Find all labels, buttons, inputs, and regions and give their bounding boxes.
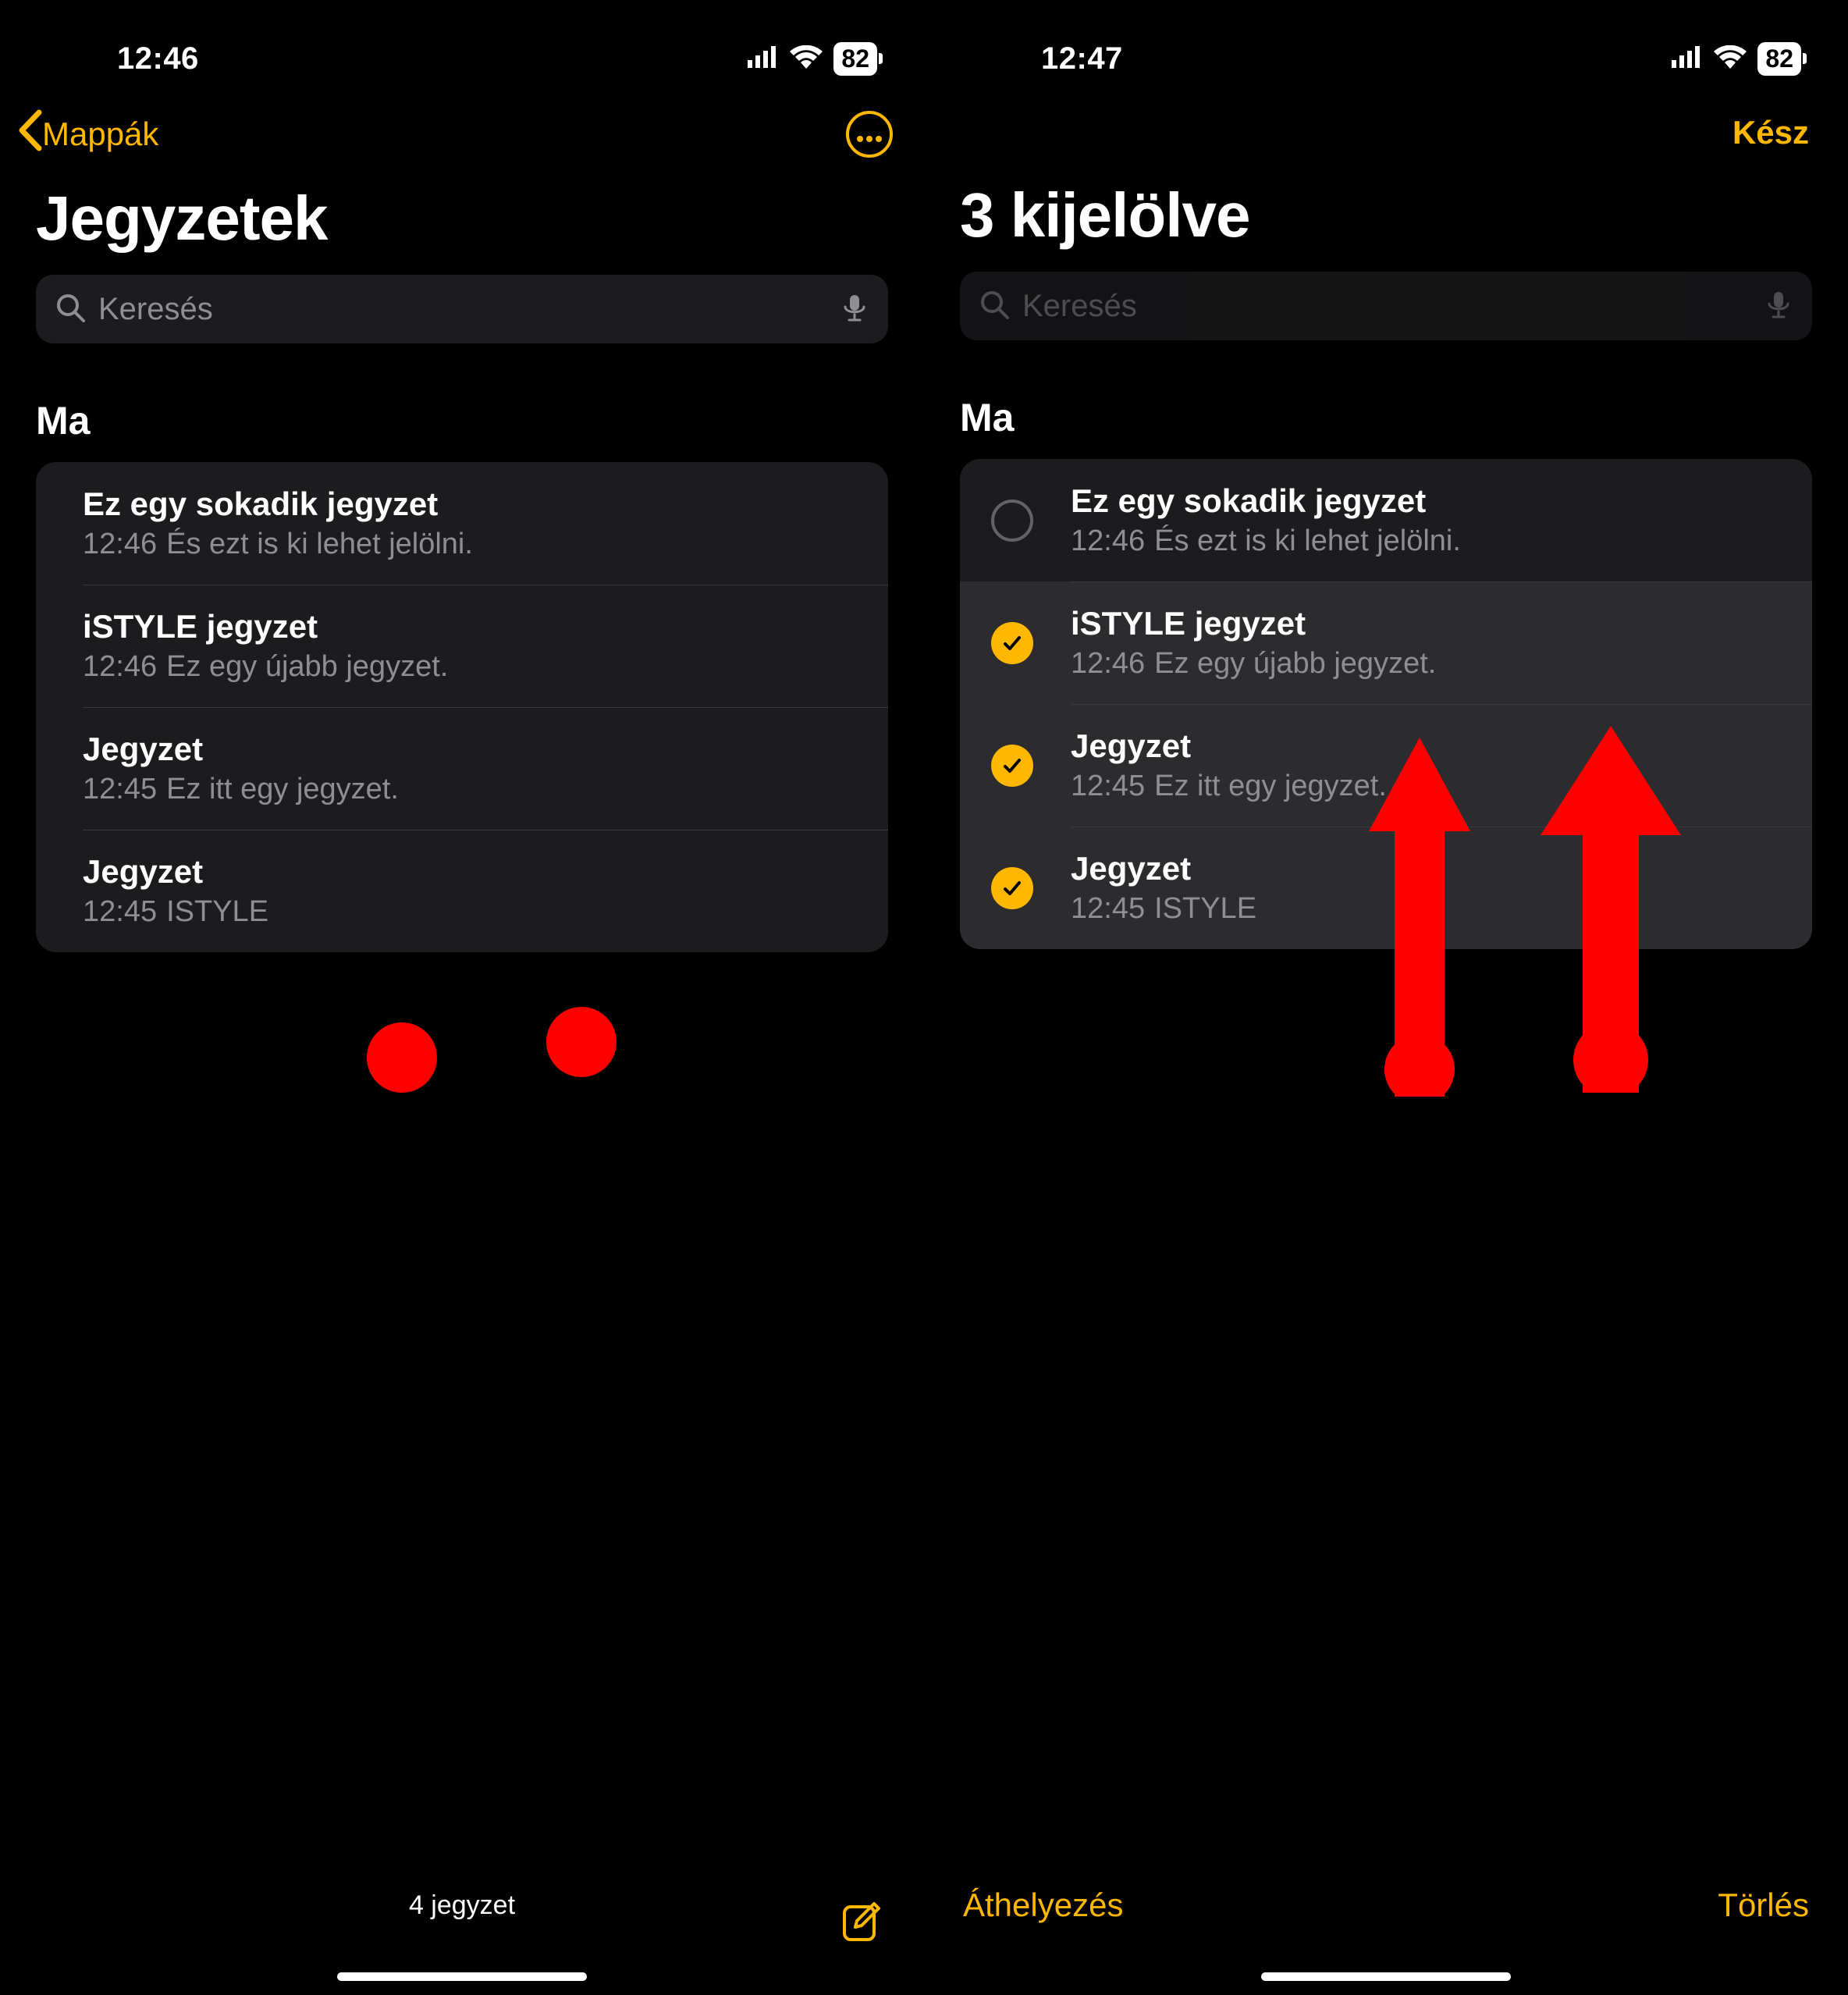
status-time: 12:47 — [971, 41, 1123, 76]
nav-bar: Mappák — [0, 94, 924, 175]
note-row[interactable]: Ez egy sokadik jegyzet 12:46És ezt is ki… — [36, 462, 888, 585]
battery-indicator: 82 — [1757, 42, 1801, 76]
selection-checkbox-checked[interactable] — [991, 622, 1033, 664]
note-subtitle: 12:45ISTYLE — [83, 895, 865, 929]
home-indicator — [337, 1972, 587, 1981]
note-row[interactable]: iSTYLE jegyzet 12:46Ez egy újabb jegyzet… — [960, 581, 1812, 704]
note-row[interactable]: Jegyzet 12:45ISTYLE — [36, 830, 888, 952]
ellipsis-icon — [856, 119, 883, 150]
note-title: Ez egy sokadik jegyzet — [1071, 482, 1789, 520]
search-placeholder: Keresés — [98, 292, 827, 327]
status-bar: 12:46 82 — [0, 0, 924, 94]
selection-checkbox-checked[interactable] — [991, 867, 1033, 909]
cellular-icon — [1672, 46, 1703, 72]
note-subtitle: 12:46Ez egy újabb jegyzet. — [1071, 647, 1789, 681]
note-subtitle: 12:46És ezt is ki lehet jelölni. — [83, 528, 865, 561]
note-title: Jegyzet — [83, 731, 865, 768]
selection-checkbox-empty[interactable] — [991, 500, 1033, 542]
annotation-touch-dot — [546, 1007, 617, 1077]
cellular-icon — [748, 46, 779, 72]
search-field[interactable]: Keresés — [36, 275, 888, 343]
wifi-icon — [1714, 45, 1747, 73]
wifi-icon — [790, 45, 823, 73]
chevron-left-icon — [16, 109, 42, 159]
note-title: iSTYLE jegyzet — [1071, 605, 1789, 642]
note-title: Ez egy sokadik jegyzet — [83, 485, 865, 523]
note-row[interactable]: Jegyzet 12:45Ez itt egy jegyzet. — [36, 707, 888, 830]
mic-icon[interactable] — [1764, 290, 1793, 323]
note-title: iSTYLE jegyzet — [83, 608, 865, 645]
delete-button[interactable]: Törlés — [1718, 1887, 1809, 1924]
section-header: Ma — [924, 364, 1848, 459]
annotation-swipe-arrow — [1369, 722, 1470, 1097]
note-row[interactable]: iSTYLE jegyzet 12:46Ez egy újabb jegyzet… — [36, 585, 888, 707]
notes-list: Ez egy sokadik jegyzet 12:46És ezt is ki… — [36, 462, 888, 952]
annotation-touch-dot — [367, 1022, 437, 1093]
status-bar: 12:47 82 — [924, 0, 1848, 94]
back-button[interactable]: Mappák — [16, 109, 158, 159]
back-label: Mappák — [42, 116, 158, 153]
note-row[interactable]: Ez egy sokadik jegyzet 12:46És ezt is ki… — [960, 459, 1812, 581]
search-icon — [979, 289, 1010, 324]
status-time: 12:46 — [47, 41, 199, 76]
note-subtitle: 12:45Ez itt egy jegyzet. — [83, 773, 865, 806]
search-field[interactable]: Keresés — [960, 272, 1812, 340]
section-header: Ma — [0, 367, 924, 462]
note-title: Jegyzet — [83, 853, 865, 891]
search-placeholder: Keresés — [1022, 289, 1751, 324]
page-title: 3 kijelölve — [924, 172, 1848, 272]
phone-left: 12:46 82 Mappák Jegyzetek Ke — [0, 0, 924, 1995]
more-button[interactable] — [846, 111, 893, 158]
nav-bar: Kész — [924, 94, 1848, 172]
search-icon — [55, 292, 86, 327]
mic-icon[interactable] — [840, 293, 869, 326]
status-indicators: 82 — [748, 42, 877, 76]
phone-right: 12:47 82 Kész 3 kijelölve Keresés Ma Ez … — [924, 0, 1848, 1995]
status-indicators: 82 — [1672, 42, 1801, 76]
page-title: Jegyzetek — [0, 175, 924, 275]
home-indicator — [1261, 1972, 1511, 1981]
note-count: 4 jegyzet — [409, 1890, 515, 1921]
note-subtitle: 12:46Ez egy újabb jegyzet. — [83, 650, 865, 684]
done-button[interactable]: Kész — [1732, 114, 1817, 151]
compose-button[interactable] — [840, 1899, 885, 1948]
annotation-swipe-arrow — [1541, 718, 1681, 1093]
battery-indicator: 82 — [833, 42, 877, 76]
note-subtitle: 12:46És ezt is ki lehet jelölni. — [1071, 525, 1789, 558]
move-button[interactable]: Áthelyezés — [963, 1887, 1123, 1924]
selection-checkbox-checked[interactable] — [991, 745, 1033, 787]
